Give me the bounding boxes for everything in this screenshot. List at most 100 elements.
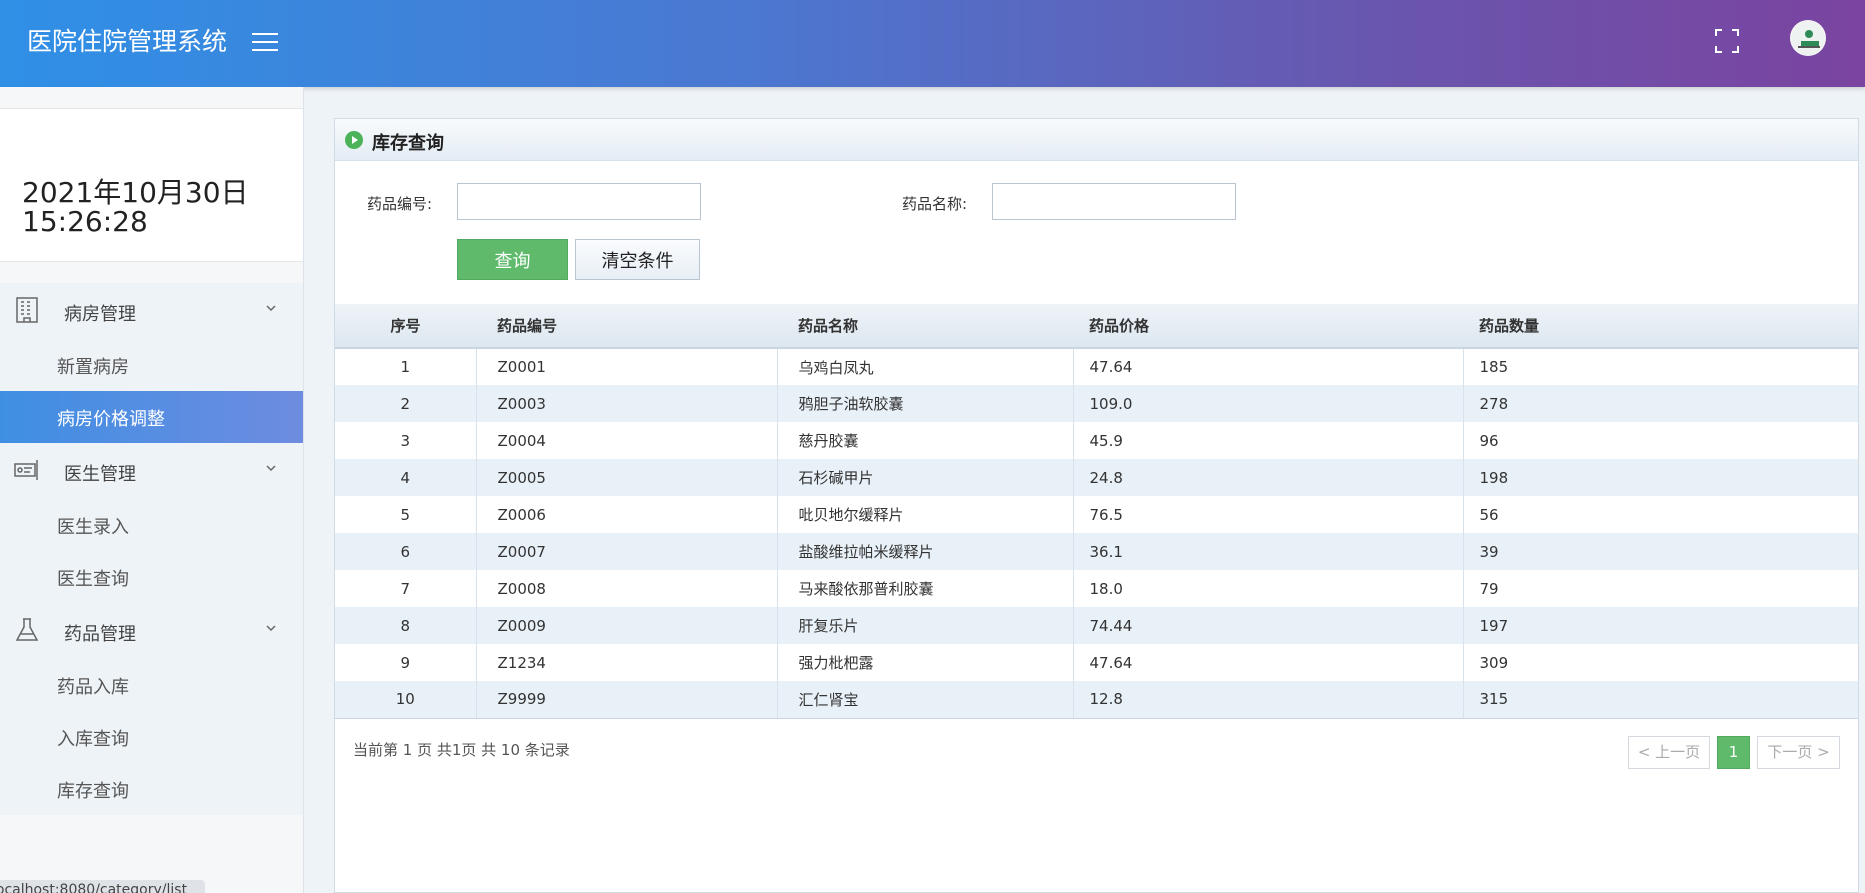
search-button[interactable]: 查询 (457, 239, 568, 280)
sidebar: 2021年10月30日 15:26:28 病房管理 新置病房 病房价格调整 医生… (0, 87, 304, 893)
drug-code-label: 药品编号: (367, 195, 433, 213)
table-row[interactable]: 5 Z0006 吡贝地尔缓释片 76.5 56 (335, 496, 1858, 533)
table-cell: 45.9 (1073, 422, 1464, 459)
nav-group-label: 药品管理 (64, 624, 136, 645)
table-cell: 3 (335, 422, 477, 459)
table-row[interactable]: 10 Z9999 汇仁肾宝 12.8 315 (335, 681, 1858, 719)
nav-group-doctor[interactable]: 医生管理 (0, 443, 303, 499)
drug-code-input[interactable] (457, 183, 701, 220)
sidebar-item-doctor-query[interactable]: 医生查询 (0, 551, 303, 603)
table-cell: Z0006 (476, 496, 778, 533)
table-cell: 乌鸡白凤丸 (777, 348, 1074, 385)
fullscreen-icon[interactable] (1714, 28, 1740, 54)
user-avatar[interactable] (1790, 20, 1826, 56)
table-header-row: 序号 药品编号 药品名称 药品价格 药品数量 (335, 304, 1858, 349)
table-cell: 309 (1479, 653, 1509, 672)
table-row[interactable]: 1 Z0001 乌鸡白凤丸 47.64 185 (335, 348, 1858, 385)
sidebar-item-inbound-query[interactable]: 入库查询 (0, 711, 303, 763)
sidebar-item-drug-inbound[interactable]: 药品入库 (0, 659, 303, 711)
table-cell: 185 (1479, 358, 1509, 376)
table-row[interactable]: 3 Z0004 慈丹胶囊 45.9 96 (335, 422, 1858, 459)
sidebar-item-label: 医生查询 (57, 569, 129, 590)
column-header[interactable]: 药品名称 (777, 304, 1073, 349)
table-row[interactable]: 9 Z1234 强力枇杷露 47.64 309 (335, 644, 1858, 681)
table-cell: 慈丹胶囊 (777, 422, 1074, 459)
table-cell: 79 (1479, 579, 1499, 598)
table-cell: 6 (335, 533, 477, 570)
table-cell: 96 (1479, 431, 1499, 450)
sidebar-item-stock-query[interactable]: 库存查询 (0, 763, 303, 815)
table-cell: 24.8 (1073, 459, 1464, 496)
table-cell: 18.0 (1073, 570, 1464, 607)
play-circle-icon (345, 131, 363, 149)
table-cell: 47.64 (1073, 348, 1464, 385)
stock-table: 序号 药品编号 药品名称 药品价格 药品数量 1 Z0001 乌鸡白凤丸 47.64 1… (335, 304, 1858, 719)
drug-name-label: 药品名称: (902, 195, 968, 213)
top-header: 医院住院管理系统 (0, 0, 1865, 87)
table-cell: 8 (335, 607, 477, 644)
chevron-down-icon (266, 625, 276, 632)
sidebar-item-new-ward[interactable]: 新置病房 (0, 339, 303, 391)
flask-icon (15, 618, 39, 641)
hamburger-icon[interactable] (252, 33, 278, 53)
table-cell: 7 (335, 570, 477, 607)
nav-group-ward[interactable]: 病房管理 (0, 283, 303, 339)
column-header[interactable]: 药品价格 (1073, 304, 1463, 349)
table-cell: 1 (335, 348, 477, 385)
drug-name-input[interactable] (992, 183, 1236, 220)
table-cell: Z0003 (476, 385, 778, 422)
table-cell: Z0009 (476, 607, 778, 644)
table-cell: 4 (335, 459, 477, 496)
table-cell: 74.44 (1073, 607, 1464, 644)
table-cell: 109.0 (1073, 385, 1464, 422)
table-cell: 盐酸维拉帕米缓释片 (777, 533, 1074, 570)
table-cell: 278 (1463, 385, 1858, 422)
clock-panel: 2021年10月30日 15:26:28 (0, 108, 303, 262)
sidebar-item-ward-price[interactable]: 病房价格调整 (0, 391, 303, 443)
table-cell: Z0001 (476, 348, 778, 385)
column-header[interactable]: 药品数量 (1463, 304, 1858, 349)
next-page-button[interactable]: 下一页 > (1757, 736, 1840, 769)
table-cell: 315 (1463, 681, 1858, 719)
sidebar-item-doctor-entry[interactable]: 医生录入 (0, 499, 303, 551)
clear-button[interactable]: 清空条件 (575, 239, 700, 280)
table-cell: Z1234 (476, 644, 778, 681)
table-cell: 2 (335, 385, 477, 422)
table-cell: 肝复乐片 (777, 607, 1074, 644)
table-cell: Z9999 (476, 681, 778, 719)
chevron-down-icon (266, 305, 276, 312)
prev-page-button[interactable]: < 上一页 (1628, 736, 1710, 769)
stock-query-panel: 库存查询 药品编号: 药品名称: 查询 清空条件 序号 药品编号 药品名称 药品… (334, 118, 1859, 893)
table-cell: Z0007 (476, 533, 778, 570)
table-cell: Z0005 (476, 459, 778, 496)
sidebar-item-label: 药品入库 (57, 677, 129, 698)
sidebar-item-label: 医生录入 (57, 517, 129, 538)
table-cell: Z0008 (476, 570, 778, 607)
table-cell: 石杉碱甲片 (777, 459, 1074, 496)
table-row[interactable]: 7 Z0008 马来酸依那普利胶囊 18.0 79 (335, 570, 1858, 607)
table-cell: Z0004 (476, 422, 778, 459)
column-header[interactable]: 序号 (335, 304, 476, 349)
table-row[interactable]: 4 Z0005 石杉碱甲片 24.8 198 (335, 459, 1858, 496)
panel-header: 库存查询 (335, 119, 1858, 161)
column-header[interactable]: 药品编号 (476, 304, 777, 349)
table-cell: 198 (1463, 459, 1858, 496)
table-row[interactable]: 6 Z0007 盐酸维拉帕米缓释片 36.1 39 (335, 533, 1858, 570)
panel-title: 库存查询 (372, 133, 444, 154)
table-row[interactable]: 2 Z0003 鸦胆子油软胶囊 109.0 278 (335, 385, 1858, 422)
table-cell: 39 (1463, 533, 1858, 570)
table-cell: 197 (1463, 607, 1858, 644)
table-cell: 47.64 (1073, 644, 1464, 681)
page-number-button[interactable]: 1 (1717, 736, 1750, 769)
table-cell: 76.5 (1073, 496, 1464, 533)
table-cell: 36.1 (1073, 533, 1464, 570)
table-cell: 56 (1479, 505, 1499, 524)
table-cell: 10 (335, 681, 477, 719)
nav-group-label: 病房管理 (64, 304, 136, 325)
table-row[interactable]: 8 Z0009 肝复乐片 74.44 197 (335, 607, 1858, 644)
nav-group-drug[interactable]: 药品管理 (0, 603, 303, 659)
pager-info: 当前第 1 页 共1页 共 10 条记录 (353, 741, 570, 759)
table-cell: 马来酸依那普利胶囊 (777, 570, 1074, 607)
table-cell: 5 (335, 496, 477, 533)
table-cell: 吡贝地尔缓释片 (777, 496, 1074, 533)
